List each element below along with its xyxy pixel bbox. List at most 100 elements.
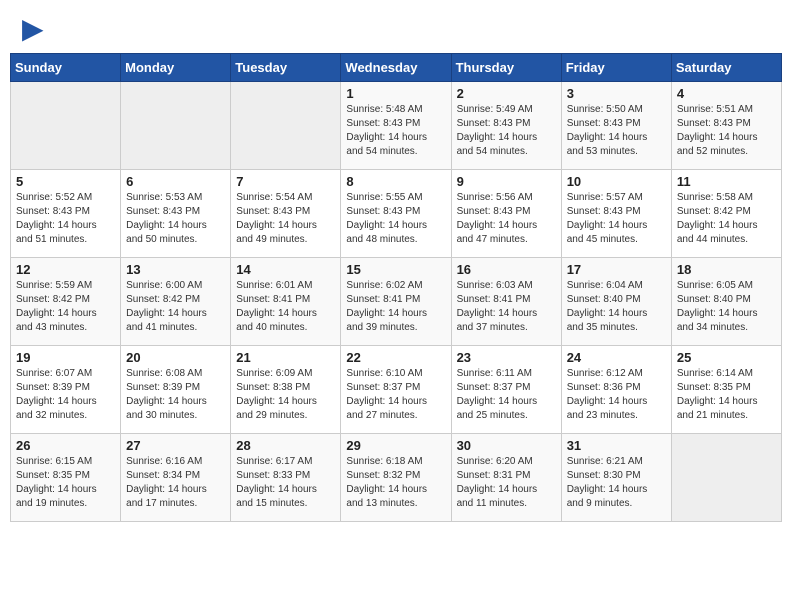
day-detail: Sunrise: 6:08 AMSunset: 8:39 PMDaylight:… xyxy=(126,367,225,423)
calendar-cell: 29 Sunrise: 6:18 AMSunset: 8:32 PMDayligh… xyxy=(341,434,451,522)
logo: ▶ xyxy=(20,16,44,45)
day-number: 21 xyxy=(236,350,335,365)
weekday-header-sunday: Sunday xyxy=(11,54,121,82)
calendar-cell: 6Sunrise: 5:53 AMSunset: 8:43 PMDaylight… xyxy=(121,170,231,258)
day-number: 24 xyxy=(567,350,666,365)
calendar-cell: 19 Sunrise: 6:07 AMSunset: 8:39 PMDayligh… xyxy=(11,346,121,434)
calendar-cell: 30Sunrise: 6:20 AMSunset: 8:31 PMDayligh… xyxy=(451,434,561,522)
day-number: 19 xyxy=(16,350,115,365)
day-detail: Sunrise: 5:56 AMSunset: 8:43 PMDaylight:… xyxy=(457,191,556,247)
day-number: 1 xyxy=(346,86,445,101)
weekday-header-thursday: Thursday xyxy=(451,54,561,82)
day-number: 23 xyxy=(457,350,556,365)
day-number: 15 xyxy=(346,262,445,277)
weekday-header-row: SundayMondayTuesdayWednesdayThursdayFrid… xyxy=(11,54,782,82)
calendar-cell: 10 Sunrise: 5:57 AMSunset: 8:43 PMDayligh… xyxy=(561,170,671,258)
weekday-header-friday: Friday xyxy=(561,54,671,82)
day-number: 7 xyxy=(236,174,335,189)
logo-bird-icon: ▶ xyxy=(22,12,44,45)
calendar-cell xyxy=(121,82,231,170)
calendar-cell: 22 Sunrise: 6:10 AMSunset: 8:37 PMDayligh… xyxy=(341,346,451,434)
calendar-cell: 26 Sunrise: 6:15 AMSunset: 8:35 PMDayligh… xyxy=(11,434,121,522)
calendar-week-row: 12 Sunrise: 5:59 AMSunset: 8:42 PMDayligh… xyxy=(11,258,782,346)
day-detail: Sunrise: 6:18 AMSunset: 8:32 PMDaylight:… xyxy=(346,455,445,511)
day-number: 10 xyxy=(567,174,666,189)
calendar-cell: 15 Sunrise: 6:02 AMSunset: 8:41 PMDayligh… xyxy=(341,258,451,346)
day-detail: Sunrise: 6:15 AMSunset: 8:35 PMDaylight:… xyxy=(16,455,115,511)
day-detail: Sunrise: 6:04 AMSunset: 8:40 PMDaylight:… xyxy=(567,279,666,335)
day-detail: Sunrise: 5:50 AMSunset: 8:43 PMDaylight:… xyxy=(567,103,666,159)
day-number: 13 xyxy=(126,262,225,277)
calendar-cell: 23 Sunrise: 6:11 AMSunset: 8:37 PMDayligh… xyxy=(451,346,561,434)
day-number: 11 xyxy=(677,174,776,189)
day-number: 27 xyxy=(126,438,225,453)
calendar-cell: 17Sunrise: 6:04 AMSunset: 8:40 PMDayligh… xyxy=(561,258,671,346)
day-number: 28 xyxy=(236,438,335,453)
day-detail: Sunrise: 6:03 AMSunset: 8:41 PMDaylight:… xyxy=(457,279,556,335)
day-number: 18 xyxy=(677,262,776,277)
weekday-header-monday: Monday xyxy=(121,54,231,82)
day-number: 12 xyxy=(16,262,115,277)
day-detail: Sunrise: 6:09 AMSunset: 8:38 PMDaylight:… xyxy=(236,367,335,423)
calendar-cell: 2 Sunrise: 5:49 AMSunset: 8:43 PMDaylight… xyxy=(451,82,561,170)
day-detail: Sunrise: 6:00 AMSunset: 8:42 PMDaylight:… xyxy=(126,279,225,335)
day-detail: Sunrise: 5:51 AMSunset: 8:43 PMDaylight:… xyxy=(677,103,776,159)
day-detail: Sunrise: 6:14 AMSunset: 8:35 PMDaylight:… xyxy=(677,367,776,423)
day-number: 20 xyxy=(126,350,225,365)
day-detail: Sunrise: 5:58 AMSunset: 8:42 PMDaylight:… xyxy=(677,191,776,247)
day-detail: Sunrise: 5:48 AMSunset: 8:43 PMDaylight:… xyxy=(346,103,445,159)
day-detail: Sunrise: 5:49 AMSunset: 8:43 PMDaylight:… xyxy=(457,103,556,159)
calendar-week-row: 1 Sunrise: 5:48 AMSunset: 8:43 PMDaylight… xyxy=(11,82,782,170)
day-detail: Sunrise: 6:01 AMSunset: 8:41 PMDaylight:… xyxy=(236,279,335,335)
day-detail: Sunrise: 6:07 AMSunset: 8:39 PMDaylight:… xyxy=(16,367,115,423)
calendar-table: SundayMondayTuesdayWednesdayThursdayFrid… xyxy=(10,53,782,522)
weekday-header-tuesday: Tuesday xyxy=(231,54,341,82)
weekday-header-saturday: Saturday xyxy=(671,54,781,82)
day-detail: Sunrise: 6:11 AMSunset: 8:37 PMDaylight:… xyxy=(457,367,556,423)
calendar-week-row: 26 Sunrise: 6:15 AMSunset: 8:35 PMDayligh… xyxy=(11,434,782,522)
calendar-cell: 14Sunrise: 6:01 AMSunset: 8:41 PMDayligh… xyxy=(231,258,341,346)
day-number: 29 xyxy=(346,438,445,453)
day-number: 25 xyxy=(677,350,776,365)
calendar-cell: 21 Sunrise: 6:09 AMSunset: 8:38 PMDayligh… xyxy=(231,346,341,434)
calendar-cell: 11 Sunrise: 5:58 AMSunset: 8:42 PMDayligh… xyxy=(671,170,781,258)
day-detail: Sunrise: 5:55 AMSunset: 8:43 PMDaylight:… xyxy=(346,191,445,247)
day-number: 5 xyxy=(16,174,115,189)
day-detail: Sunrise: 5:53 AMSunset: 8:43 PMDaylight:… xyxy=(126,191,225,247)
day-number: 8 xyxy=(346,174,445,189)
calendar-cell xyxy=(671,434,781,522)
calendar-cell: 12 Sunrise: 5:59 AMSunset: 8:42 PMDayligh… xyxy=(11,258,121,346)
day-number: 22 xyxy=(346,350,445,365)
calendar-wrapper: SundayMondayTuesdayWednesdayThursdayFrid… xyxy=(0,53,792,532)
calendar-cell: 9 Sunrise: 5:56 AMSunset: 8:43 PMDaylight… xyxy=(451,170,561,258)
day-detail: Sunrise: 5:52 AMSunset: 8:43 PMDaylight:… xyxy=(16,191,115,247)
day-number: 3 xyxy=(567,86,666,101)
calendar-cell: 28Sunrise: 6:17 AMSunset: 8:33 PMDayligh… xyxy=(231,434,341,522)
day-detail: Sunrise: 6:12 AMSunset: 8:36 PMDaylight:… xyxy=(567,367,666,423)
calendar-cell: 5 Sunrise: 5:52 AMSunset: 8:43 PMDaylight… xyxy=(11,170,121,258)
weekday-header-wednesday: Wednesday xyxy=(341,54,451,82)
day-detail: Sunrise: 6:05 AMSunset: 8:40 PMDaylight:… xyxy=(677,279,776,335)
day-detail: Sunrise: 5:59 AMSunset: 8:42 PMDaylight:… xyxy=(16,279,115,335)
calendar-cell: 18 Sunrise: 6:05 AMSunset: 8:40 PMDayligh… xyxy=(671,258,781,346)
day-number: 2 xyxy=(457,86,556,101)
day-detail: Sunrise: 6:02 AMSunset: 8:41 PMDaylight:… xyxy=(346,279,445,335)
day-number: 16 xyxy=(457,262,556,277)
calendar-cell: 25 Sunrise: 6:14 AMSunset: 8:35 PMDayligh… xyxy=(671,346,781,434)
calendar-cell xyxy=(231,82,341,170)
day-number: 31 xyxy=(567,438,666,453)
calendar-week-row: 5 Sunrise: 5:52 AMSunset: 8:43 PMDaylight… xyxy=(11,170,782,258)
calendar-cell: 20 Sunrise: 6:08 AMSunset: 8:39 PMDayligh… xyxy=(121,346,231,434)
calendar-cell: 3 Sunrise: 5:50 AMSunset: 8:43 PMDaylight… xyxy=(561,82,671,170)
calendar-cell: 1 Sunrise: 5:48 AMSunset: 8:43 PMDaylight… xyxy=(341,82,451,170)
calendar-cell: 27Sunrise: 6:16 AMSunset: 8:34 PMDayligh… xyxy=(121,434,231,522)
day-number: 30 xyxy=(457,438,556,453)
calendar-cell: 13 Sunrise: 6:00 AMSunset: 8:42 PMDayligh… xyxy=(121,258,231,346)
day-detail: Sunrise: 6:10 AMSunset: 8:37 PMDaylight:… xyxy=(346,367,445,423)
day-number: 26 xyxy=(16,438,115,453)
day-detail: Sunrise: 5:57 AMSunset: 8:43 PMDaylight:… xyxy=(567,191,666,247)
day-detail: Sunrise: 5:54 AMSunset: 8:43 PMDaylight:… xyxy=(236,191,335,247)
day-number: 9 xyxy=(457,174,556,189)
calendar-cell: 7 Sunrise: 5:54 AMSunset: 8:43 PMDaylight… xyxy=(231,170,341,258)
calendar-cell xyxy=(11,82,121,170)
